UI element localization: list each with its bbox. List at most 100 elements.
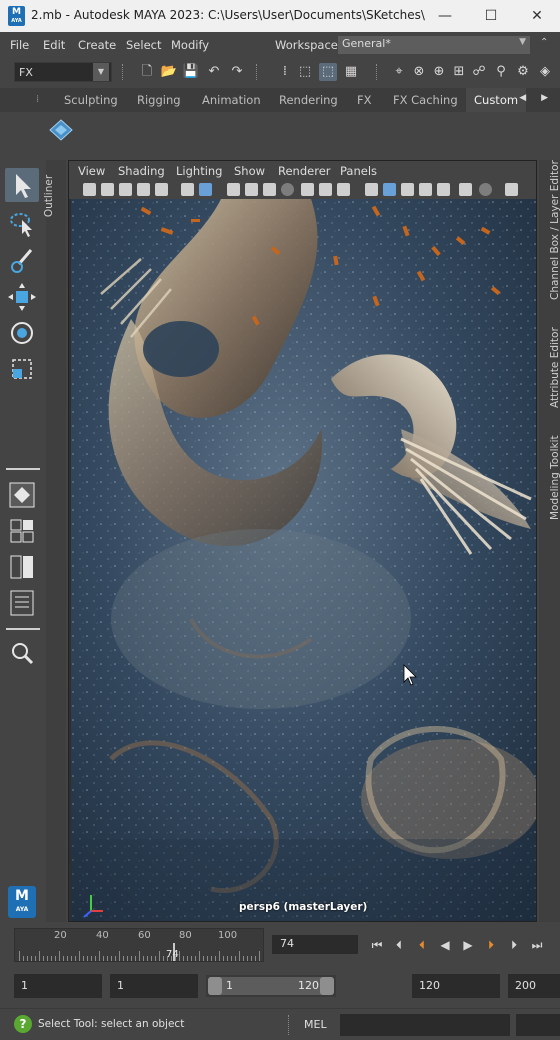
bookmark-icon[interactable] bbox=[119, 183, 132, 196]
smooth-shade-icon[interactable] bbox=[383, 183, 396, 196]
snap-curve-icon[interactable]: ⊗ bbox=[410, 63, 428, 81]
current-frame-field[interactable]: 74 bbox=[272, 935, 358, 954]
play-backwards-button[interactable]: ◀ bbox=[436, 936, 454, 954]
range-start-handle[interactable] bbox=[208, 977, 222, 995]
shadows-icon[interactable] bbox=[479, 183, 492, 196]
range-end-handle[interactable] bbox=[320, 977, 334, 995]
camera-attributes-icon[interactable] bbox=[101, 183, 114, 196]
open-scene-icon[interactable]: 📂 bbox=[160, 63, 178, 81]
viewport-menu-panels[interactable]: Panels bbox=[340, 164, 377, 178]
safe-title-icon[interactable] bbox=[337, 183, 350, 196]
menu-edit[interactable]: Edit bbox=[43, 38, 65, 52]
outliner-layout-icon[interactable] bbox=[5, 586, 39, 620]
mel-label[interactable]: MEL bbox=[304, 1018, 327, 1031]
scale-tool-icon[interactable] bbox=[5, 352, 39, 386]
close-button[interactable]: ✕ bbox=[514, 0, 560, 32]
image-plane-icon[interactable] bbox=[137, 183, 150, 196]
tab-rigging[interactable]: Rigging bbox=[129, 88, 189, 112]
time-slider-track[interactable]: 20 40 60 80 100 74 bbox=[14, 928, 264, 962]
tab-fx-caching[interactable]: FX Caching bbox=[385, 88, 466, 112]
tab-fx[interactable]: FX bbox=[349, 88, 380, 112]
play-forwards-button[interactable]: ▶ bbox=[459, 936, 477, 954]
collapse-arrow-icon[interactable]: ⌃ bbox=[540, 37, 548, 48]
snap-view-icon[interactable]: ⊞ bbox=[450, 63, 468, 81]
mel-command-input[interactable] bbox=[340, 1014, 510, 1036]
lights-icon[interactable] bbox=[459, 183, 472, 196]
viewport-menu-lighting[interactable]: Lighting bbox=[176, 164, 222, 178]
step-forward-frame-button[interactable]: ⏵ bbox=[505, 936, 523, 954]
field-chart-icon[interactable] bbox=[301, 183, 314, 196]
outliner-side-tab[interactable]: Outliner bbox=[43, 160, 66, 922]
xray-icon[interactable] bbox=[437, 183, 450, 196]
viewport-menu-view[interactable]: View bbox=[78, 164, 105, 178]
tab-custom[interactable]: Custom bbox=[466, 88, 527, 112]
select-tool-icon[interactable] bbox=[5, 168, 39, 202]
move-tool-icon[interactable] bbox=[5, 280, 39, 314]
shelf-scroll-arrows-icon[interactable]: ◀ ▶ bbox=[519, 93, 554, 103]
maximize-button[interactable]: ☐ bbox=[468, 0, 514, 32]
shelf-custom-tool-icon[interactable] bbox=[48, 117, 74, 143]
playback-end-field[interactable]: 120 bbox=[412, 974, 500, 998]
snap-grid-icon[interactable]: ⌖ bbox=[390, 63, 408, 81]
safe-action-icon[interactable] bbox=[319, 183, 332, 196]
wireframe-on-shaded-icon[interactable] bbox=[401, 183, 414, 196]
viewport-render-canvas[interactable] bbox=[71, 199, 536, 921]
undo-icon[interactable]: ↶ bbox=[205, 63, 223, 81]
tab-channel-box[interactable]: Channel Box / Layer Editor bbox=[549, 160, 560, 300]
viewport-menu-shading[interactable]: Shading bbox=[118, 164, 165, 178]
snap-together-icon[interactable]: ⚲ bbox=[492, 63, 510, 81]
tab-modeling-toolkit[interactable]: Modeling Toolkit bbox=[549, 435, 560, 520]
film-gate-icon[interactable] bbox=[245, 183, 258, 196]
single-perspective-layout-icon[interactable] bbox=[5, 478, 39, 512]
redo-icon[interactable]: ↷ bbox=[228, 63, 246, 81]
tab-rendering[interactable]: Rendering bbox=[271, 88, 346, 112]
menu-file[interactable]: File bbox=[10, 38, 29, 52]
tab-animation[interactable]: Animation bbox=[194, 88, 269, 112]
rotate-tool-icon[interactable] bbox=[5, 316, 39, 350]
grid-icon[interactable] bbox=[227, 183, 240, 196]
select-component-icon[interactable]: ▦ bbox=[342, 63, 360, 81]
render-icon[interactable]: ◈ bbox=[536, 63, 554, 81]
select-object-icon[interactable]: ⬚ bbox=[319, 63, 337, 81]
snap-point-icon[interactable]: ⊕ bbox=[430, 63, 448, 81]
menu-select[interactable]: Select bbox=[126, 38, 161, 52]
camera-select-icon[interactable] bbox=[83, 183, 96, 196]
paint-select-tool-icon[interactable] bbox=[5, 244, 39, 278]
four-view-layout-icon[interactable] bbox=[5, 514, 39, 548]
select-hierarchy-icon[interactable]: ⬚ bbox=[296, 63, 314, 81]
maya-app-icon[interactable]: M AYA bbox=[8, 6, 25, 26]
gate-mask-icon[interactable] bbox=[281, 183, 294, 196]
go-to-end-button[interactable]: ⏭ bbox=[528, 936, 546, 954]
textured-icon[interactable] bbox=[419, 183, 432, 196]
viewport-menu-renderer[interactable]: Renderer bbox=[278, 164, 331, 178]
minimize-button[interactable]: — bbox=[422, 0, 468, 32]
two-d-pan-icon[interactable] bbox=[155, 183, 168, 196]
workspace-dropdown[interactable]: General* ▼ bbox=[338, 36, 530, 54]
snap-surface-icon[interactable]: ☍ bbox=[470, 63, 488, 81]
selection-mode-icon[interactable]: ⁞ bbox=[276, 63, 294, 81]
menu-set-dropdown[interactable]: FX ▼ bbox=[14, 62, 112, 82]
animation-start-field[interactable]: 1 bbox=[14, 974, 102, 998]
new-scene-icon[interactable]: 🗋 bbox=[138, 63, 156, 81]
tab-attribute-editor[interactable]: Attribute Editor bbox=[549, 327, 560, 408]
playback-start-field[interactable]: 1 bbox=[110, 974, 198, 998]
step-back-key-button[interactable]: ⏴ bbox=[413, 936, 431, 954]
ambient-occlusion-icon[interactable] bbox=[505, 183, 518, 196]
wireframe-icon[interactable] bbox=[365, 183, 378, 196]
grease-pencil-icon[interactable] bbox=[181, 183, 194, 196]
menu-modify[interactable]: Modify bbox=[171, 38, 209, 52]
playback-range-bar[interactable]: 1 120 bbox=[206, 975, 336, 997]
step-forward-key-button[interactable]: ⏵ bbox=[482, 936, 500, 954]
animation-end-field[interactable]: 200 bbox=[508, 974, 560, 998]
paint-effects-icon[interactable] bbox=[199, 183, 212, 196]
resolution-gate-icon[interactable] bbox=[263, 183, 276, 196]
lasso-tool-icon[interactable] bbox=[5, 206, 39, 240]
help-icon[interactable]: ? bbox=[14, 1015, 32, 1033]
tab-sculpting[interactable]: Sculpting bbox=[56, 88, 126, 112]
viewport-menu-show[interactable]: Show bbox=[234, 164, 265, 178]
go-to-start-button[interactable]: ⏮ bbox=[368, 936, 386, 954]
menu-create[interactable]: Create bbox=[78, 38, 116, 52]
save-scene-icon[interactable]: 💾 bbox=[182, 63, 200, 81]
step-back-frame-button[interactable]: ⏴ bbox=[390, 936, 408, 954]
history-icon[interactable]: ⚙ bbox=[514, 63, 532, 81]
